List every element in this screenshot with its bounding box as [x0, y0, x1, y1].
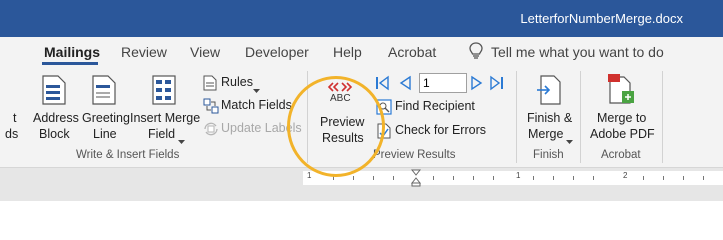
finish-merge-icon — [536, 75, 562, 110]
merge-to-pdf-label-2: Adobe PDF — [590, 127, 655, 141]
ruler-tick — [373, 176, 374, 180]
check-for-errors-label: Check for Errors — [395, 123, 486, 137]
find-recipient-label: Find Recipient — [395, 99, 475, 113]
ruler-tick — [393, 176, 394, 180]
insert-merge-field-label-2: Field — [148, 127, 176, 141]
insert-merge-field-button[interactable]: Insert Merge Field — [130, 71, 201, 145]
merge-to-pdf-label-1: Merge to — [597, 111, 647, 125]
previous-record-icon[interactable] — [398, 75, 412, 96]
tell-me-search[interactable]: Tell me what you want to do — [491, 44, 664, 60]
group-label-write-insert: Write & Insert Fields — [76, 149, 180, 161]
tab-help[interactable]: Help — [333, 44, 362, 60]
update-labels-button: Update Labels — [201, 120, 302, 138]
record-number-input[interactable] — [419, 73, 467, 93]
ruler-number: 1 — [516, 171, 521, 180]
merge-to-adobe-pdf-button[interactable]: Merge to Adobe PDF — [586, 71, 658, 145]
ribbon-tab-bar: Mailings Review View Developer Help Acro… — [0, 37, 723, 65]
update-labels-icon — [203, 121, 219, 142]
finish-merge-label-1: Finish & — [527, 111, 573, 125]
tab-developer[interactable]: Developer — [245, 44, 309, 60]
word-window: LetterforNumberMerge.docx Mailings Revie… — [0, 0, 723, 201]
ruler-tick — [453, 176, 454, 180]
ruler-tick — [593, 176, 594, 180]
next-record-icon[interactable] — [470, 75, 484, 96]
finish-merge-label-2: Merge — [528, 127, 564, 141]
match-fields-button[interactable]: Match Fields — [201, 97, 296, 115]
cutoff-label-1: t — [13, 111, 17, 125]
ruler-number: 2 — [623, 171, 628, 180]
ruler-tick — [493, 176, 494, 180]
address-block-icon — [42, 75, 66, 110]
greeting-line-label-2: Line — [93, 127, 117, 141]
ruler-tick — [643, 176, 644, 180]
group-label-preview: Preview Results — [373, 149, 456, 161]
match-fields-label: Match Fields — [221, 98, 292, 112]
group-separator — [580, 71, 581, 163]
rules-label: Rules — [221, 75, 253, 89]
rules-button[interactable]: Rules — [201, 74, 271, 93]
find-recipient-button[interactable]: Find Recipient — [374, 98, 484, 116]
highlight-circle — [287, 76, 385, 177]
ruler-tick — [703, 176, 704, 180]
indent-marker-icon[interactable] — [410, 169, 422, 192]
greeting-line-button[interactable]: Greeting Line — [80, 71, 130, 145]
group-separator — [516, 71, 517, 163]
merge-to-pdf-icon — [606, 73, 636, 110]
ruler-area: 1 1 2 — [0, 168, 723, 201]
tab-mailings[interactable]: Mailings — [44, 44, 100, 60]
group-label-finish: Finish — [533, 149, 564, 161]
last-record-icon[interactable] — [489, 75, 505, 96]
match-fields-icon — [203, 98, 219, 119]
greeting-line-icon — [92, 75, 116, 110]
ruler-tick — [353, 176, 354, 180]
ruler-tick — [473, 176, 474, 180]
finish-merge-button[interactable]: Finish & Merge — [522, 71, 578, 145]
title-bar: LetterforNumberMerge.docx — [0, 0, 723, 37]
ruler-number: 1 — [307, 171, 312, 180]
address-block-label-2: Block — [39, 127, 70, 141]
ruler-tick — [663, 176, 664, 180]
ruler-tick — [533, 176, 534, 180]
insert-merge-field-label-1: Insert Merge — [130, 111, 201, 125]
cutoff-label-2: ds — [5, 127, 19, 141]
insert-merge-field-icon — [152, 75, 176, 110]
dropdown-arrow-icon — [178, 132, 185, 150]
first-record-icon[interactable] — [374, 75, 390, 96]
rules-icon — [203, 75, 217, 96]
document-title: LetterforNumberMerge.docx — [520, 11, 683, 26]
group-label-acrobat: Acrobat — [601, 149, 641, 161]
ruler-tick — [683, 176, 684, 180]
lightbulb-icon — [468, 42, 484, 65]
tab-view[interactable]: View — [190, 44, 220, 60]
horizontal-ruler[interactable]: 1 1 2 — [303, 169, 723, 187]
group-separator — [662, 71, 663, 163]
finish-merge-dropdown-icon — [566, 132, 573, 150]
ruler-tick — [433, 176, 434, 180]
check-for-errors-button[interactable]: Check for Errors — [374, 122, 489, 140]
greeting-line-label-1: Greeting — [82, 111, 130, 125]
ruler-tick — [573, 176, 574, 180]
address-block-label-1: Address — [33, 111, 79, 125]
tab-acrobat[interactable]: Acrobat — [388, 44, 436, 60]
tab-review[interactable]: Review — [121, 44, 167, 60]
ruler-tick — [553, 176, 554, 180]
record-navigation — [374, 73, 514, 95]
address-block-button[interactable]: Address Block — [30, 71, 80, 145]
